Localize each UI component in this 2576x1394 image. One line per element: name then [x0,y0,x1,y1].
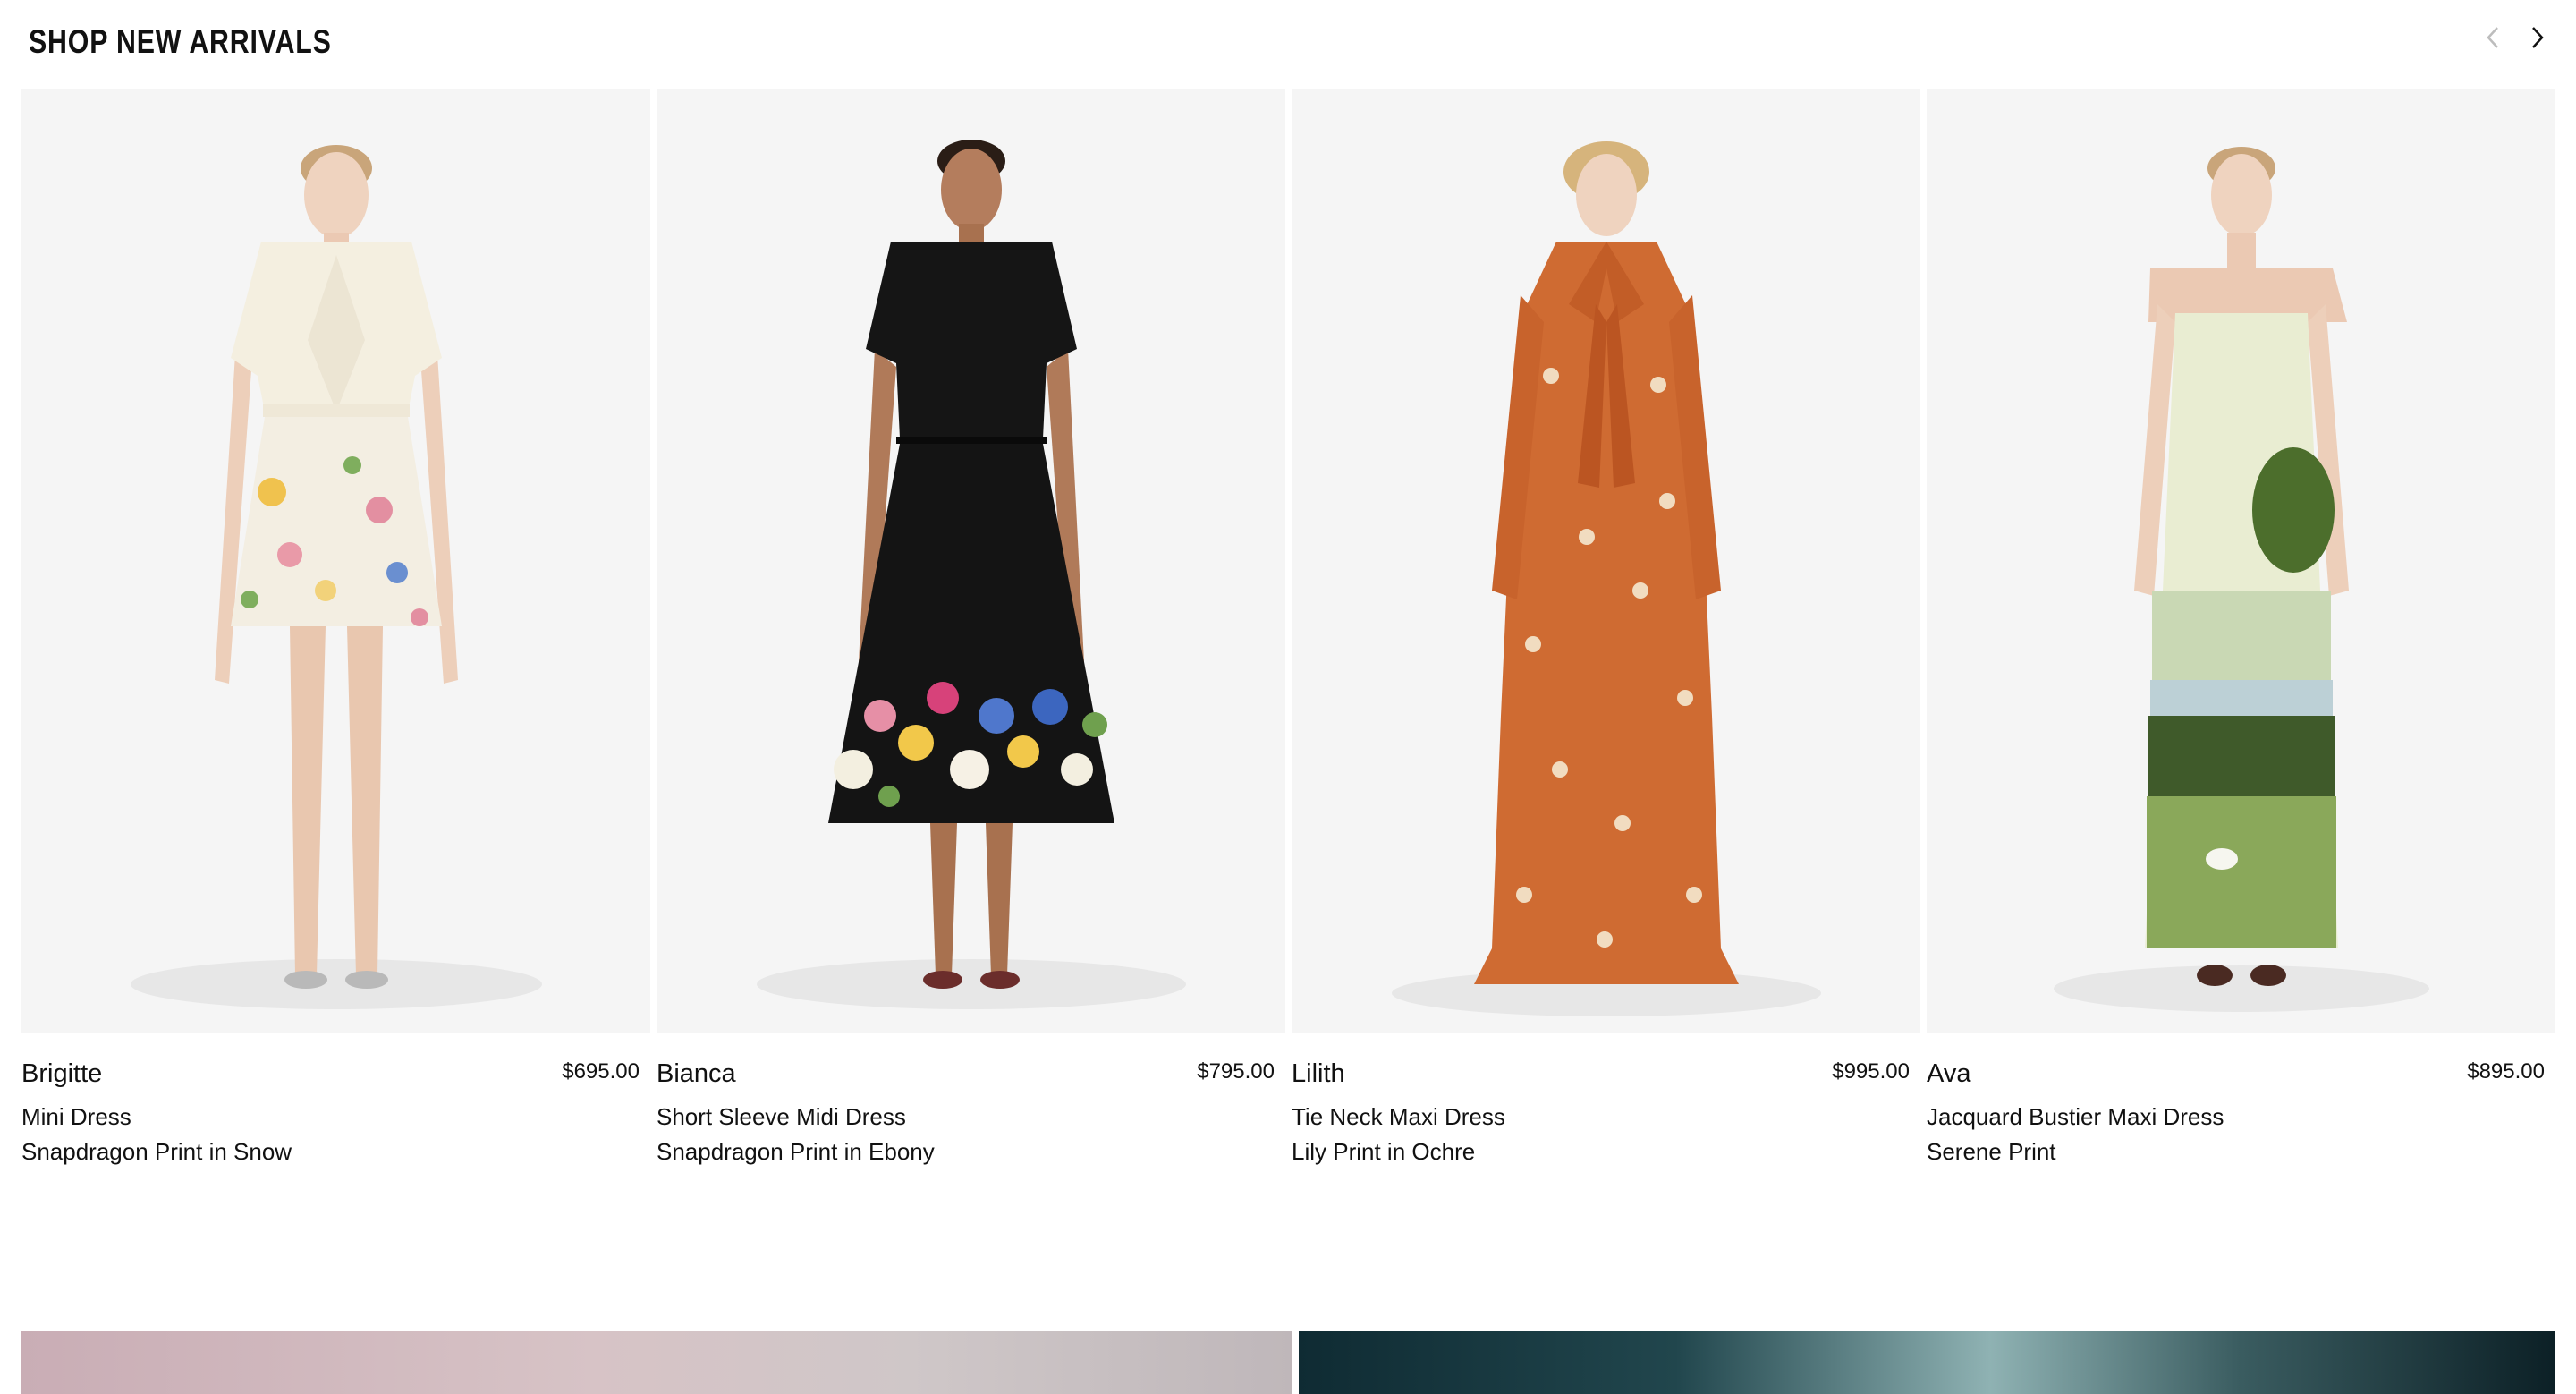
product-style: Jacquard Bustier Maxi Dress [1927,1103,2224,1130]
product-carousel: Brigitte $695.00 Mini Dress Snapdragon P… [21,89,2555,1172]
product-card[interactable]: Bianca $795.00 Short Sleeve Midi Dress S… [657,89,1285,1172]
product-variant: Snapdragon Print in Ebony [657,1138,935,1165]
carousel-next-button[interactable] [2521,21,2553,54]
product-price: $995.00 [1832,1059,1910,1084]
chevron-right-icon [2532,27,2544,48]
product-card[interactable]: Brigitte $695.00 Mini Dress Snapdragon P… [21,89,650,1172]
section-title: SHOP NEW ARRIVALS [29,23,332,60]
product-image[interactable] [1927,89,2555,1033]
product-card[interactable]: Ava $895.00 Jacquard Bustier Maxi Dress … [1927,89,2555,1172]
product-variant: Snapdragon Print in Snow [21,1138,292,1165]
chevron-left-icon [2487,27,2498,48]
product-style: Short Sleeve Midi Dress [657,1103,906,1130]
carousel-prev-button[interactable] [2478,21,2510,54]
product-price: $695.00 [562,1059,640,1084]
product-price: $795.00 [1197,1059,1275,1084]
product-style: Mini Dress [21,1103,131,1130]
product-name[interactable]: Brigitte [21,1059,102,1089]
product-name[interactable]: Bianca [657,1059,736,1089]
product-variant: Lily Print in Ochre [1292,1138,1476,1165]
product-name[interactable]: Lilith [1292,1059,1345,1089]
product-variant: Serene Print [1927,1138,2056,1165]
promo-banner-image[interactable] [1299,1331,2555,1394]
product-price: $895.00 [2467,1059,2545,1084]
product-style: Tie Neck Maxi Dress [1292,1103,1505,1130]
product-name[interactable]: Ava [1927,1059,1970,1089]
product-image[interactable] [21,89,650,1033]
product-card[interactable]: Lilith $995.00 Tie Neck Maxi Dress Lily … [1292,89,1920,1172]
promo-banner-image[interactable] [21,1331,1292,1394]
product-image[interactable] [1292,89,1920,1033]
product-image[interactable] [657,89,1285,1033]
